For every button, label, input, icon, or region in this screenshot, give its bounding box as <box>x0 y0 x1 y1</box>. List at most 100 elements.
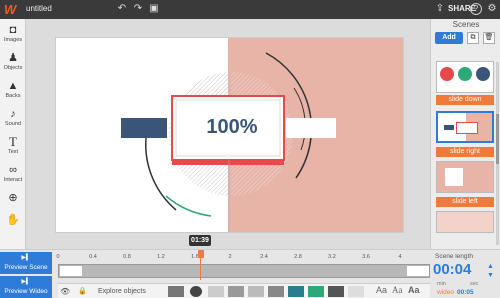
ruler-tick: 3.2 <box>328 254 336 260</box>
mountain-icon: ▲ <box>7 80 19 92</box>
scene-label[interactable]: slide left <box>436 197 494 207</box>
ruler-tick: 2 <box>228 254 232 260</box>
timeline-end-handle[interactable] <box>407 266 429 276</box>
tool-text[interactable]: T Text <box>0 134 26 155</box>
laptop-base <box>172 160 284 165</box>
scene-length-value[interactable]: 00:04 <box>433 261 471 278</box>
duplicate-icon[interactable]: ⧉ <box>467 32 479 44</box>
text-style-sample[interactable]: Aa <box>376 285 387 295</box>
scene-label[interactable]: slide right <box>436 147 494 157</box>
scene-thumb-1[interactable] <box>436 61 494 93</box>
project-title[interactable]: untitled <box>26 4 52 13</box>
preview-scene-label: Preview Scene <box>4 264 48 271</box>
scenes-title: Scenes <box>452 20 480 29</box>
thumb-object[interactable] <box>190 286 202 297</box>
chevron-up-icon[interactable]: ▲ <box>487 263 494 270</box>
playhead-knob[interactable] <box>198 250 204 258</box>
tool-interact[interactable]: ∞ Interact <box>0 164 26 183</box>
thumb-object[interactable] <box>228 286 244 297</box>
hand-icon: ✋ <box>6 214 20 226</box>
help-icon[interactable]: ? <box>470 3 482 15</box>
ruler-tick: 0.8 <box>123 254 131 260</box>
thumb-object[interactable] <box>288 286 304 297</box>
scene-thumb-3[interactable] <box>436 161 494 193</box>
ruler-tick: 1.2 <box>157 254 165 260</box>
thumb-object[interactable] <box>348 286 364 297</box>
tool-label: Sound <box>5 121 21 127</box>
camera-icon: ◘ <box>9 24 17 36</box>
text-style-sample[interactable]: Aa <box>408 285 420 295</box>
tool-hand[interactable]: ✋ <box>0 214 26 226</box>
wideo-length-label: wideo <box>437 289 454 296</box>
gear-icon[interactable]: ⚙ <box>486 3 498 15</box>
thumb-object[interactable] <box>248 286 264 297</box>
tool-label: Interact <box>3 177 23 183</box>
arc-green <box>165 195 212 217</box>
eye-icon[interactable]: 👁 <box>60 287 70 296</box>
playhead-line <box>200 256 201 280</box>
navy-block[interactable] <box>121 118 167 138</box>
text-icon: T <box>9 134 17 149</box>
thumb-object[interactable] <box>308 286 324 297</box>
scene-thumb-4[interactable] <box>436 211 494 233</box>
scene-length-label: Scene length <box>435 253 473 260</box>
lock-icon[interactable]: 🔒 <box>78 287 87 295</box>
tool-objects[interactable]: ♟ Objects <box>0 52 26 71</box>
save-icon[interactable]: ▣ <box>148 3 160 15</box>
ruler-tick: 0.4 <box>89 254 97 260</box>
add-scene-button[interactable]: Add <box>435 32 463 44</box>
text-style-sample[interactable]: Aa <box>392 285 403 295</box>
thumb-object[interactable] <box>208 286 224 297</box>
undo-icon[interactable]: ↶ <box>116 3 128 15</box>
ruler-tick: 0 <box>56 254 60 260</box>
left-toolbar: ◘ Images ♟ Objects ▲ Backs ♪ Sound T Tex… <box>0 19 26 249</box>
scenes-panel: Scenes Add ⧉ 🗑 slide down slide right sl… <box>430 19 500 249</box>
person-icon: ♟ <box>8 52 18 64</box>
tool-backs[interactable]: ▲ Backs <box>0 80 26 99</box>
timeline-start-handle[interactable] <box>60 266 82 276</box>
time-bubble: 01:39 <box>189 235 211 246</box>
tool-label: Backs <box>5 93 21 99</box>
percent-text[interactable]: 100% <box>176 116 288 139</box>
tool-label: Objects <box>3 65 23 71</box>
ruler-tick: 2.8 <box>294 254 302 260</box>
ruler-tick: 2.4 <box>260 254 268 260</box>
timeline-track[interactable] <box>58 264 430 278</box>
tool-zoom[interactable]: ⊕ <box>0 192 26 204</box>
music-note-icon: ♪ <box>10 108 16 120</box>
thumb-object[interactable] <box>268 286 284 297</box>
preview-wideo-label: Preview Wideo <box>4 288 48 295</box>
scene-canvas[interactable]: 100% <box>55 37 404 233</box>
scene-label[interactable]: slide down <box>436 95 494 105</box>
thumb-pink <box>437 212 493 232</box>
scene-thumb-2[interactable] <box>436 111 494 143</box>
thumb-object[interactable] <box>328 286 344 297</box>
min-label: min <box>437 281 446 287</box>
explore-bar: 👁 🔒 Explore objects Aa Aa Aa <box>58 283 430 298</box>
thumb-object[interactable] <box>168 286 184 297</box>
thumb-circle <box>458 67 472 81</box>
share-icon[interactable]: ⇪ <box>434 3 446 15</box>
white-block[interactable] <box>286 118 336 138</box>
tool-images[interactable]: ◘ Images <box>0 24 26 43</box>
link-icon: ∞ <box>9 164 17 176</box>
thumb-laptop <box>456 122 478 134</box>
top-bar: W untitled ↶ ↷ ▣ ⇪ SHARE ? ⚙ <box>0 0 500 19</box>
explore-objects-link[interactable]: Explore objects <box>98 288 146 295</box>
playhead[interactable] <box>198 246 204 280</box>
trash-icon[interactable]: 🗑 <box>483 32 495 44</box>
wideo-logo[interactable]: W <box>4 2 22 17</box>
preview-scene-button[interactable]: ▶▍ Preview Scene <box>0 252 52 274</box>
wideo-length-value: 00:05 <box>457 289 474 296</box>
ruler-tick: 3.6 <box>362 254 370 260</box>
chevron-down-icon[interactable]: ▼ <box>487 272 494 279</box>
tool-sound[interactable]: ♪ Sound <box>0 108 26 127</box>
tool-label: Text <box>7 149 19 155</box>
timeline-ruler: 0 0.4 0.8 1.2 1.6 2 2.4 2.8 3.2 3.6 4 <box>56 254 430 262</box>
scroll-thumb[interactable] <box>496 114 499 164</box>
thumb-circle <box>476 67 490 81</box>
redo-icon[interactable]: ↷ <box>132 3 144 15</box>
scenes-scrollbar[interactable] <box>496 62 499 245</box>
zoom-icon: ⊕ <box>8 192 18 204</box>
preview-wideo-button[interactable]: ▶▍ Preview Wideo <box>0 276 52 298</box>
